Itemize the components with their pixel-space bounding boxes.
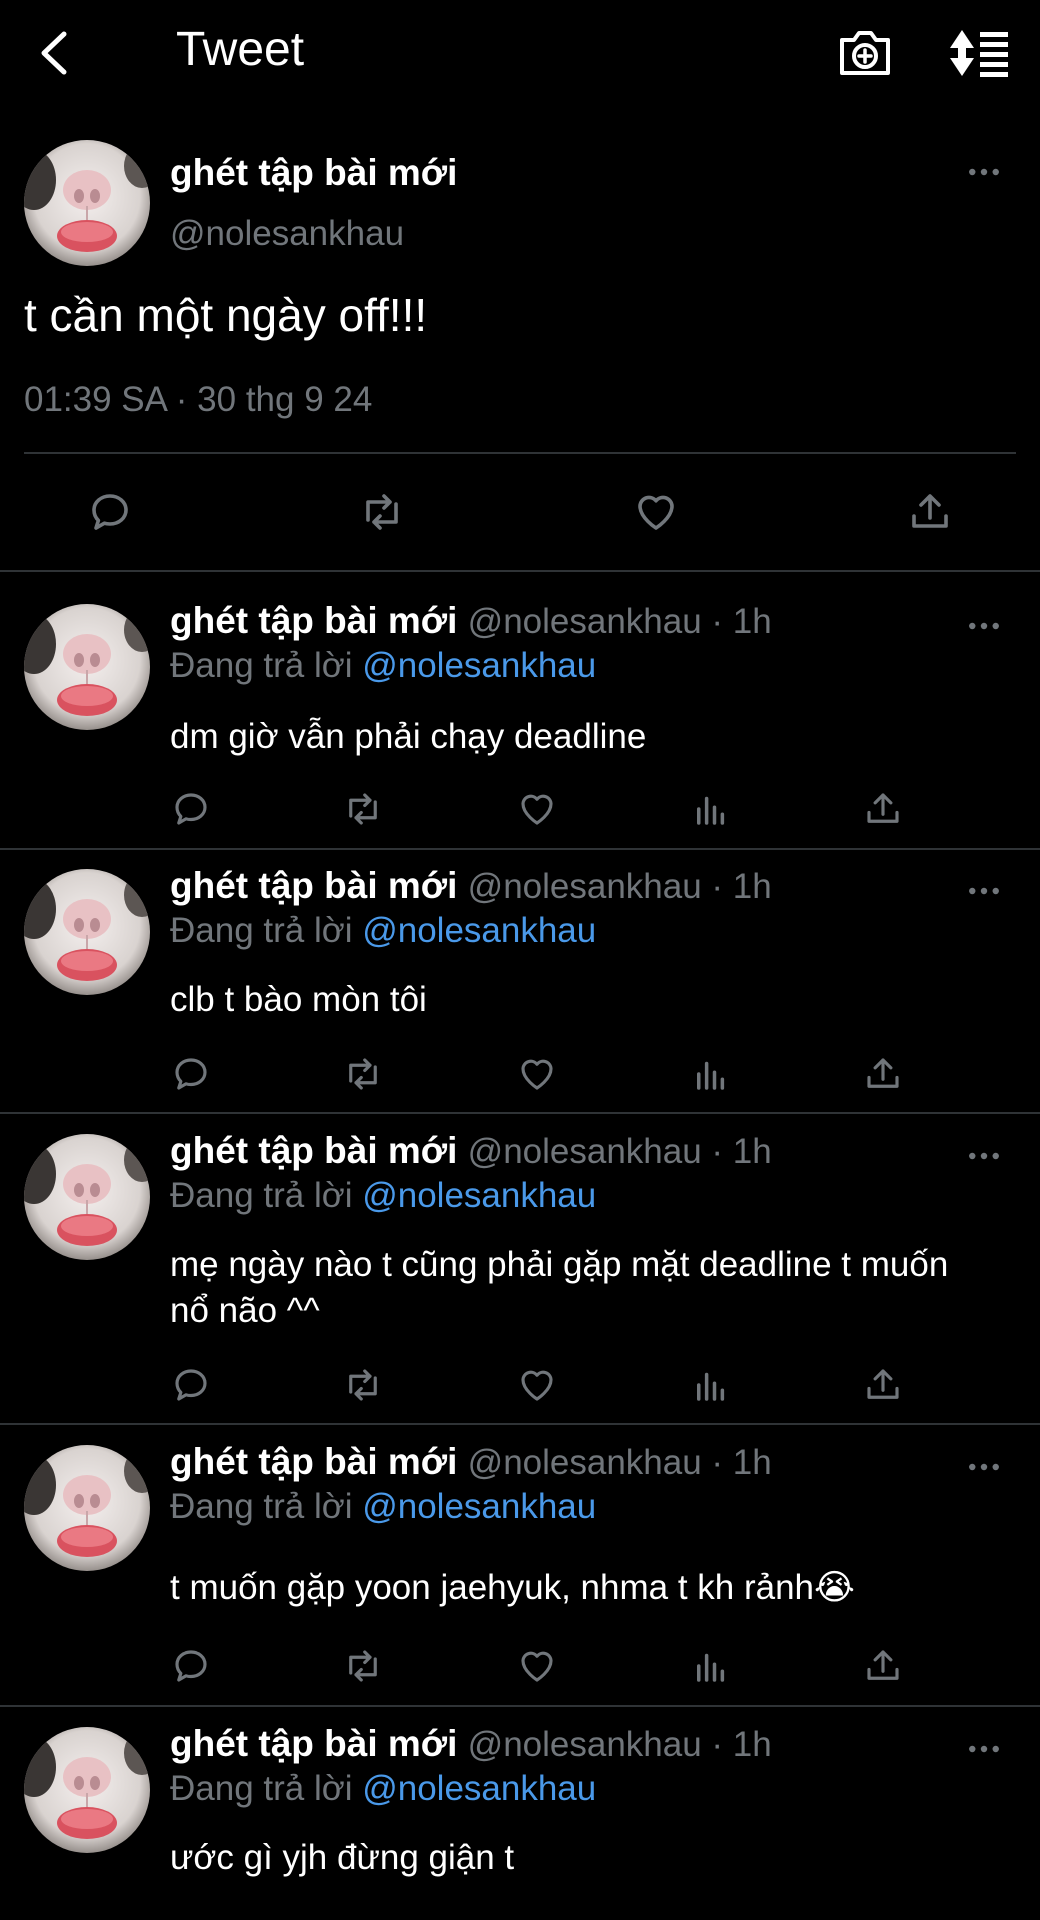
stats-icon[interactable]	[690, 1364, 732, 1411]
divider	[0, 1705, 1040, 1707]
share-icon[interactable]	[906, 488, 954, 541]
sort-icon[interactable]	[948, 26, 1014, 80]
avatar[interactable]	[24, 1445, 150, 1571]
reply-icon[interactable]	[170, 788, 212, 835]
retweet-icon[interactable]	[342, 1645, 384, 1692]
divider	[0, 848, 1040, 850]
author-name[interactable]: ghét tập bài mới	[170, 1723, 457, 1764]
replying-label: Đang trả lời	[170, 1769, 353, 1808]
avatar[interactable]	[24, 140, 150, 266]
page-title: Tweet	[176, 23, 305, 76]
author-name[interactable]: ghét tập bài mới	[170, 1130, 457, 1171]
share-icon[interactable]	[862, 1053, 904, 1100]
retweet-icon[interactable]	[358, 488, 406, 541]
mention-link[interactable]: @nolesankhau	[362, 911, 596, 950]
more-icon[interactable]	[968, 618, 1000, 636]
reply-text: mẹ ngày nào t cũng phải gặp mặt deadline…	[170, 1245, 949, 1330]
tweet-timestamp: 01:39 SA · 30 thg 9 24	[24, 380, 373, 419]
share-icon[interactable]	[862, 788, 904, 835]
author-name[interactable]: ghét tập bài mới	[170, 1441, 457, 1482]
retweet-icon[interactable]	[342, 1053, 384, 1100]
reply-icon[interactable]	[86, 488, 134, 541]
top-bar: Tweet	[0, 0, 1040, 110]
reply-text: ước gì yjh đừng giận t	[170, 1838, 515, 1877]
avatar[interactable]	[24, 1134, 150, 1260]
author-meta: @nolesankhau · 1h	[467, 602, 772, 641]
share-icon[interactable]	[862, 1364, 904, 1411]
camera-plus-icon[interactable]	[836, 26, 894, 80]
chevron-left-icon[interactable]	[34, 28, 78, 78]
author-meta: @nolesankhau · 1h	[467, 1132, 772, 1171]
stats-icon[interactable]	[690, 1053, 732, 1100]
author-meta: @nolesankhau · 1h	[467, 1443, 772, 1482]
like-icon[interactable]	[632, 488, 680, 541]
divider	[24, 452, 1016, 454]
author-meta: @nolesankhau · 1h	[467, 1725, 772, 1764]
author-name[interactable]: ghét tập bài mới	[170, 865, 457, 906]
stats-icon[interactable]	[690, 1645, 732, 1692]
author-name[interactable]: ghét tập bài mới	[170, 600, 457, 641]
like-icon[interactable]	[516, 788, 558, 835]
author-name[interactable]: ghét tập bài mới	[170, 152, 457, 194]
divider	[0, 570, 1040, 572]
replying-label: Đang trả lời	[170, 646, 353, 685]
reply-icon[interactable]	[170, 1645, 212, 1692]
mention-link[interactable]: @nolesankhau	[362, 1176, 596, 1215]
divider	[0, 1112, 1040, 1114]
tweet-text: t cần một ngày off!!!	[24, 289, 428, 341]
avatar[interactable]	[24, 1727, 150, 1853]
more-icon[interactable]	[968, 883, 1000, 901]
reply-icon[interactable]	[170, 1364, 212, 1411]
reply-icon[interactable]	[170, 1053, 212, 1100]
mention-link[interactable]: @nolesankhau	[362, 1487, 596, 1526]
divider	[0, 1423, 1040, 1425]
mention-link[interactable]: @nolesankhau	[362, 1769, 596, 1808]
more-icon[interactable]	[968, 164, 1000, 182]
more-icon[interactable]	[968, 1459, 1000, 1477]
retweet-icon[interactable]	[342, 1364, 384, 1411]
mention-link[interactable]: @nolesankhau	[362, 646, 596, 685]
replying-label: Đang trả lời	[170, 911, 353, 950]
author-meta: @nolesankhau · 1h	[467, 867, 772, 906]
avatar[interactable]	[24, 869, 150, 995]
replying-label: Đang trả lời	[170, 1487, 353, 1526]
more-icon[interactable]	[968, 1148, 1000, 1166]
like-icon[interactable]	[516, 1053, 558, 1100]
like-icon[interactable]	[516, 1364, 558, 1411]
share-icon[interactable]	[862, 1645, 904, 1692]
author-handle[interactable]: @nolesankhau	[170, 214, 404, 254]
reply-text: clb t bào mòn tôi	[170, 980, 427, 1019]
reply-text: t muốn gặp yoon jaehyuk, nhma t kh rảnh😭	[170, 1568, 855, 1607]
avatar[interactable]	[24, 604, 150, 730]
like-icon[interactable]	[516, 1645, 558, 1692]
reply-text: dm giờ vẫn phải chạy deadline	[170, 717, 647, 756]
stats-icon[interactable]	[690, 788, 732, 835]
replying-label: Đang trả lời	[170, 1176, 353, 1215]
retweet-icon[interactable]	[342, 788, 384, 835]
more-icon[interactable]	[968, 1741, 1000, 1759]
